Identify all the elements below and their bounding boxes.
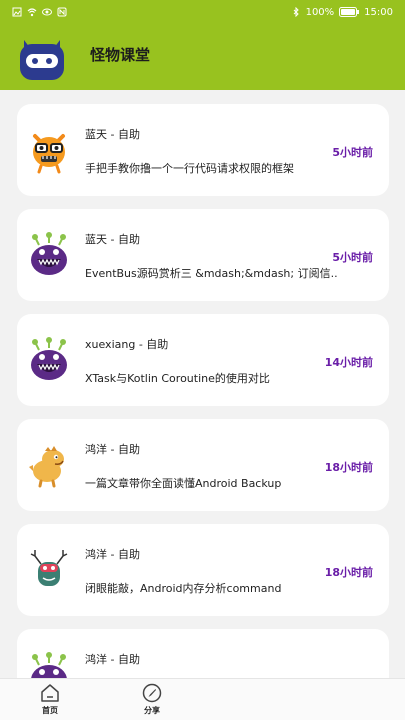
status-bar: 100% 15:00 bbox=[0, 0, 405, 24]
post-title[interactable]: XTask与Kotlin Coroutine的使用对比 bbox=[85, 370, 375, 386]
post-time: 14小时前 bbox=[324, 356, 373, 369]
antler-monster-icon bbox=[30, 550, 68, 586]
battery-icon bbox=[339, 7, 360, 17]
tab-share-label: 分享 bbox=[144, 706, 160, 715]
clock: 15:00 bbox=[364, 6, 393, 18]
post-author: 鸿洋 - 自助 bbox=[85, 548, 140, 561]
bottom-tab-bar: 首页 分享 bbox=[0, 678, 405, 720]
post-author: xuexiang - 自助 bbox=[85, 338, 169, 351]
post-author: 鸿洋 - 自助 bbox=[85, 443, 140, 456]
compass-icon bbox=[142, 683, 162, 703]
battery-percent: 100% bbox=[305, 6, 335, 18]
purple-antenna-monster-icon bbox=[31, 652, 67, 678]
post-list[interactable]: 蓝天 - 自助 5小时前 手把手教你撸一个一行代码请求权限的框架 蓝天 - 自助… bbox=[0, 90, 405, 678]
orange-glasses-monster-icon bbox=[33, 134, 65, 174]
nfc-icon bbox=[57, 7, 67, 17]
home-icon bbox=[41, 684, 59, 702]
post-time: 5小时前 bbox=[332, 146, 373, 159]
image-notification-icon bbox=[12, 7, 22, 17]
post-title[interactable]: 一篇文章带你全面读懂Android Backup bbox=[85, 475, 375, 491]
post-time: 18小时前 bbox=[324, 461, 373, 474]
post-author: 蓝天 - 自助 bbox=[85, 128, 140, 141]
page-title: 怪物课堂 bbox=[90, 46, 151, 64]
post-title[interactable]: EventBus源码赏析三 &mdash;&mdash; 订阅信.. bbox=[85, 265, 375, 281]
post-card[interactable]: xuexiang - 自助 14小时前 XTask与Kotlin Corouti… bbox=[17, 314, 389, 406]
post-title[interactable]: 闭眼能敲，Android内存分析command bbox=[85, 580, 375, 596]
app-header: 怪物课堂 bbox=[0, 24, 405, 90]
post-author: 蓝天 - 自助 bbox=[85, 233, 140, 246]
tab-home-label: 首页 bbox=[42, 706, 58, 715]
post-card[interactable]: 蓝天 - 自助 5小时前 手把手教你撸一个一行代码请求权限的框架 bbox=[17, 104, 389, 196]
eye-icon bbox=[42, 8, 52, 16]
purple-antenna-monster-icon bbox=[31, 232, 67, 275]
yellow-dino-monster-icon bbox=[29, 446, 64, 488]
post-card[interactable]: 鸿洋 - 自助 bbox=[17, 629, 389, 678]
tab-home[interactable]: 首页 bbox=[20, 683, 80, 716]
post-author: 鸿洋 - 自助 bbox=[85, 653, 140, 666]
bluetooth-icon bbox=[293, 7, 299, 17]
wifi-icon bbox=[27, 8, 37, 17]
post-time: 5小时前 bbox=[332, 251, 373, 264]
post-time: 18小时前 bbox=[324, 566, 373, 579]
post-title[interactable]: 手把手教你撸一个一行代码请求权限的框架 bbox=[85, 160, 375, 176]
post-card[interactable]: 鸿洋 - 自助 18小时前 一篇文章带你全面读懂Android Backup bbox=[17, 419, 389, 511]
post-card[interactable]: 鸿洋 - 自助 18小时前 闭眼能敲，Android内存分析command bbox=[17, 524, 389, 616]
tab-share[interactable]: 分享 bbox=[122, 683, 182, 716]
purple-antenna-monster-icon bbox=[31, 337, 67, 380]
post-card[interactable]: 蓝天 - 自助 5小时前 EventBus源码赏析三 &mdash;&mdash… bbox=[17, 209, 389, 301]
app-logo-icon bbox=[20, 40, 64, 80]
